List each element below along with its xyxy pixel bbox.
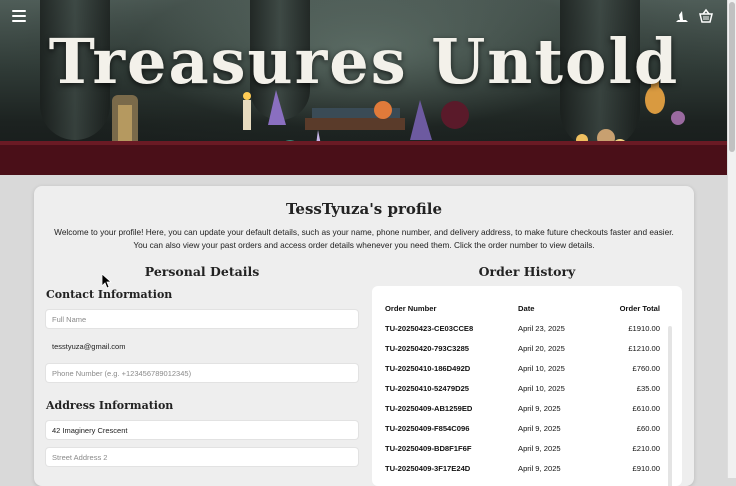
- order-number-link[interactable]: TU-20250423-CE03CCE8: [385, 324, 473, 333]
- address-line1-field[interactable]: [46, 421, 358, 439]
- order-date: April 10, 2025: [518, 364, 565, 373]
- basket-icon[interactable]: [698, 8, 714, 24]
- order-date: April 23, 2025: [518, 324, 565, 333]
- order-number-link[interactable]: TU-20250409-BD8F1F6F: [385, 444, 472, 453]
- phone-field[interactable]: [46, 364, 358, 382]
- order-date: April 9, 2025: [518, 444, 561, 453]
- order-total: £210.00: [632, 444, 660, 453]
- order-number-link[interactable]: TU-20250410-186D492D: [385, 364, 470, 373]
- order-number-link[interactable]: TU-20250410-52479D25: [385, 384, 469, 393]
- order-history-table: Order Number Date Order Total TU-2025042…: [372, 286, 682, 486]
- order-date: April 9, 2025: [518, 424, 561, 433]
- order-table-scrollbar[interactable]: [668, 326, 672, 486]
- address-line2-field[interactable]: [46, 448, 358, 466]
- order-number-link[interactable]: TU-20250409-3F17E24D: [385, 464, 470, 473]
- order-number-link[interactable]: TU-20250409-F854C096: [385, 424, 469, 433]
- order-date: April 20, 2025: [518, 344, 565, 353]
- profile-card: TessTyuza's profile Welcome to your prof…: [34, 186, 694, 486]
- personal-details-heading: Personal Details: [144, 264, 260, 279]
- order-history-heading: Order History: [478, 264, 576, 279]
- site-title[interactable]: Treasures Untold: [0, 22, 728, 102]
- mouse-cursor-icon: [102, 274, 112, 289]
- col-order-number: Order Number: [385, 304, 437, 313]
- col-order-total: Order Total: [619, 304, 660, 313]
- order-total: £1210.00: [628, 344, 660, 353]
- order-total: £610.00: [632, 404, 660, 413]
- order-total: £60.00: [636, 424, 660, 433]
- profile-title: TessTyuza's profile: [285, 200, 443, 218]
- witch-hat-icon[interactable]: [674, 8, 690, 24]
- menu-icon[interactable]: [12, 10, 26, 22]
- col-date: Date: [518, 304, 535, 313]
- welcome-text: Welcome to your profile! Here, you can u…: [54, 227, 674, 250]
- order-date: April 10, 2025: [518, 384, 565, 393]
- hero-banner: Treasures Untold: [0, 0, 728, 175]
- address-information-heading: Address Information: [46, 399, 174, 412]
- order-date: April 9, 2025: [518, 464, 561, 473]
- order-total: £1910.00: [628, 324, 660, 333]
- page-scrollbar[interactable]: [727, 0, 736, 478]
- order-number-link[interactable]: TU-20250409-AB1259ED: [385, 404, 472, 413]
- scrollbar-thumb[interactable]: [729, 2, 735, 152]
- order-total: £760.00: [632, 364, 660, 373]
- header-actions: [674, 8, 714, 24]
- order-date: April 9, 2025: [518, 404, 561, 413]
- order-number-link[interactable]: TU-20250420-793C3285: [385, 344, 469, 353]
- email-field[interactable]: [46, 337, 358, 355]
- order-total: £35.00: [636, 384, 660, 393]
- full-name-field[interactable]: [46, 310, 358, 328]
- order-total: £910.00: [632, 464, 660, 473]
